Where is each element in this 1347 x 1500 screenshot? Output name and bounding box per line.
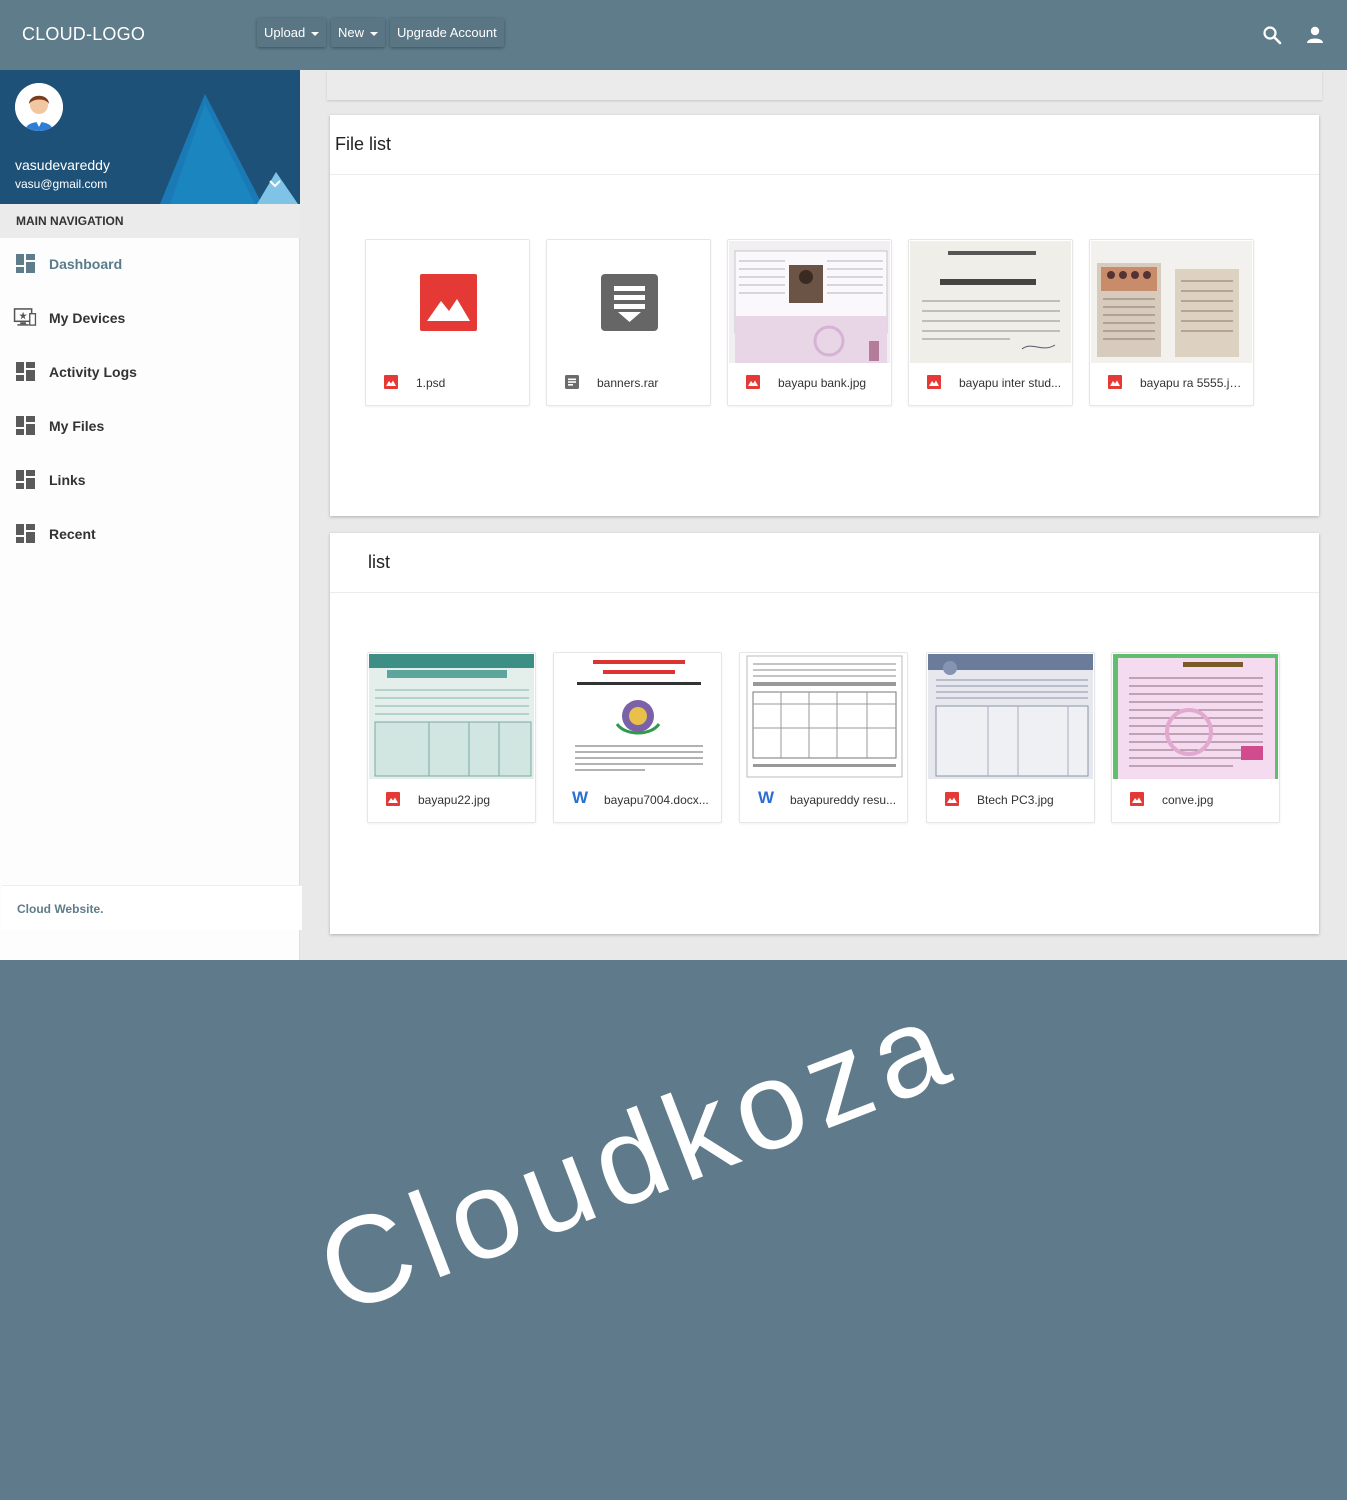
image-icon xyxy=(386,792,400,806)
dashboard-icon xyxy=(16,362,35,381)
file-card[interactable]: bayapu ra 5555.jp... xyxy=(1089,239,1254,406)
file-thumbnail xyxy=(548,241,709,363)
sidebar: vasudevareddy vasu@gmail.com MAIN NAVIGA… xyxy=(0,70,302,960)
file-thumbnail xyxy=(910,241,1071,363)
file-thumbnail xyxy=(367,241,528,363)
sidebar-item-links[interactable]: Links xyxy=(0,453,300,507)
panel-title: list xyxy=(330,533,1319,593)
file-card[interactable]: bayapu bank.jpg xyxy=(727,239,892,406)
app-logo[interactable]: CLOUD-LOGO xyxy=(22,24,145,45)
file-card[interactable]: W bayapu7004.docx... xyxy=(553,652,722,823)
archive-icon xyxy=(565,375,579,389)
word-icon: W xyxy=(758,788,775,807)
file-name: 1.psd xyxy=(416,376,446,390)
file-thumbnail xyxy=(741,654,906,779)
sidebar-item-recent[interactable]: Recent xyxy=(0,507,300,561)
file-name: bayapu22.jpg xyxy=(418,793,491,807)
watermark-text: Cloudkoza xyxy=(300,972,973,1341)
sidebar-item-label: Activity Logs xyxy=(49,364,137,380)
image-icon xyxy=(1108,375,1122,389)
file-card[interactable]: Btech PC3.jpg xyxy=(926,652,1095,823)
file-name: bayapu ra 5555.jp... xyxy=(1140,376,1243,390)
file-name: bayapu bank.jpg xyxy=(778,376,867,390)
sidebar-item-dashboard[interactable]: Dashboard xyxy=(0,237,300,291)
monitor-icon xyxy=(13,308,37,326)
file-thumbnail xyxy=(369,654,534,779)
image-icon xyxy=(927,375,941,389)
file-thumbnail xyxy=(729,241,890,363)
file-name: bayapureddy resu... xyxy=(790,793,897,807)
file-card[interactable]: bayapu22.jpg xyxy=(367,652,536,823)
upload-button[interactable]: Upload xyxy=(257,18,327,47)
image-icon xyxy=(945,792,959,806)
dashboard-icon xyxy=(16,254,35,273)
file-card[interactable]: 1.psd xyxy=(365,239,530,406)
app-body: vasudevareddy vasu@gmail.com MAIN NAVIGA… xyxy=(0,70,1347,960)
user-name: vasudevareddy xyxy=(15,157,110,173)
account-icon[interactable] xyxy=(1305,25,1325,45)
list-panel: list bayapu22.jpg W bayapu7004.docx... W… xyxy=(330,533,1319,934)
file-card[interactable]: conve.jpg xyxy=(1111,652,1280,823)
file-thumbnail xyxy=(555,654,720,779)
dashboard-icon xyxy=(16,524,35,543)
image-icon xyxy=(1130,792,1144,806)
file-name: banners.rar xyxy=(597,376,659,390)
sidebar-item-label: My Devices xyxy=(49,310,126,326)
profile-banner: vasudevareddy vasu@gmail.com xyxy=(0,70,300,204)
file-thumbnail xyxy=(1091,241,1252,363)
chevron-down-icon[interactable] xyxy=(267,178,283,190)
file-name: bayapu7004.docx... xyxy=(604,793,709,807)
sidebar-item-my-files[interactable]: My Files xyxy=(0,399,300,453)
new-label: New xyxy=(338,25,365,40)
upgrade-label: Upgrade Account xyxy=(397,25,497,40)
search-icon[interactable] xyxy=(1262,25,1282,45)
file-thumbnail xyxy=(1113,654,1278,779)
sidebar-footer-link[interactable]: Cloud Website. xyxy=(2,885,302,930)
upgrade-account-button[interactable]: Upgrade Account xyxy=(390,18,504,47)
file-card[interactable]: banners.rar xyxy=(546,239,711,406)
top-bar: CLOUD-LOGO Upload New Upgrade Account xyxy=(0,0,1347,70)
sidebar-item-label: Links xyxy=(49,472,86,488)
image-icon xyxy=(384,375,398,389)
upload-label: Upload xyxy=(264,25,306,40)
sidebar-item-label: Dashboard xyxy=(49,256,123,272)
sidebar-item-my-devices[interactable]: My Devices xyxy=(0,291,300,345)
file-name: conve.jpg xyxy=(1162,793,1214,807)
caret-down-icon xyxy=(311,31,320,36)
file-name: bayapu inter stud... xyxy=(959,376,1062,390)
content-toolbar-strip xyxy=(327,70,1322,100)
dashboard-icon xyxy=(16,470,35,489)
avatar[interactable] xyxy=(15,83,63,131)
sidebar-item-label: My Files xyxy=(49,418,105,434)
sidebar-item-label: Recent xyxy=(49,526,96,542)
dashboard-icon xyxy=(16,416,35,435)
file-list-panel: File list 1.psd banners.rar bayapu bank.… xyxy=(330,115,1319,516)
caret-down-icon xyxy=(370,31,379,36)
sidebar-item-activity-logs[interactable]: Activity Logs xyxy=(0,345,300,399)
new-button[interactable]: New xyxy=(331,18,386,47)
file-card[interactable]: bayapu inter stud... xyxy=(908,239,1073,406)
panel-title: File list xyxy=(330,115,1319,175)
file-thumbnail xyxy=(928,654,1093,779)
file-name: Btech PC3.jpg xyxy=(977,793,1054,807)
word-icon: W xyxy=(572,788,589,807)
user-email: vasu@gmail.com xyxy=(15,177,108,191)
nav-heading: MAIN NAVIGATION xyxy=(0,204,300,238)
file-card[interactable]: W bayapureddy resu... xyxy=(739,652,908,823)
image-icon xyxy=(746,375,760,389)
